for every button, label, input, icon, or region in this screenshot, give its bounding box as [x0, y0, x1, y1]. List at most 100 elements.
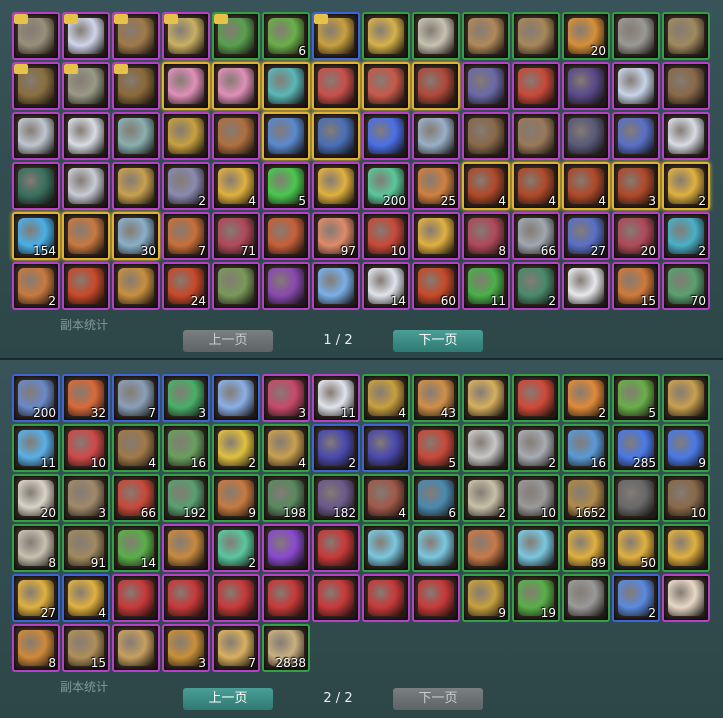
item-slot[interactable] — [412, 12, 460, 60]
item-slot[interactable]: 4 — [562, 162, 610, 210]
item-slot[interactable]: 97 — [312, 212, 360, 260]
item-slot[interactable] — [362, 424, 410, 472]
item-slot[interactable]: 20 — [612, 212, 660, 260]
item-slot[interactable] — [462, 524, 510, 572]
item-slot[interactable] — [312, 524, 360, 572]
item-slot[interactable]: 4 — [112, 424, 160, 472]
item-slot[interactable] — [462, 112, 510, 160]
item-slot[interactable]: 8 — [12, 524, 60, 572]
item-slot[interactable]: 4 — [212, 162, 260, 210]
item-slot[interactable]: 2 — [312, 424, 360, 472]
item-slot[interactable]: 182 — [312, 474, 360, 522]
item-slot[interactable]: 16 — [562, 424, 610, 472]
item-slot[interactable]: 3 — [162, 374, 210, 422]
item-slot[interactable] — [662, 112, 710, 160]
item-slot[interactable] — [462, 12, 510, 60]
item-slot[interactable] — [112, 262, 160, 310]
item-slot[interactable] — [312, 62, 360, 110]
item-slot[interactable]: 4 — [512, 162, 560, 210]
item-slot[interactable]: 4 — [62, 574, 110, 622]
item-slot[interactable]: 16 — [162, 424, 210, 472]
item-slot[interactable] — [512, 524, 560, 572]
item-slot[interactable]: 24 — [162, 262, 210, 310]
item-slot[interactable]: 6 — [262, 12, 310, 60]
item-slot[interactable]: 30 — [112, 212, 160, 260]
item-slot[interactable]: 14 — [112, 524, 160, 572]
item-slot[interactable] — [612, 62, 660, 110]
item-slot[interactable] — [12, 112, 60, 160]
item-slot[interactable] — [362, 62, 410, 110]
item-slot[interactable]: 3 — [612, 162, 660, 210]
item-slot[interactable] — [662, 62, 710, 110]
item-slot[interactable]: 8 — [462, 212, 510, 260]
item-slot[interactable]: 3 — [262, 374, 310, 422]
item-slot[interactable] — [562, 262, 610, 310]
item-slot[interactable]: 32 — [62, 374, 110, 422]
item-slot[interactable]: 10 — [362, 212, 410, 260]
item-slot[interactable] — [412, 62, 460, 110]
item-slot[interactable] — [362, 524, 410, 572]
item-slot[interactable] — [62, 162, 110, 210]
item-slot[interactable] — [512, 12, 560, 60]
item-slot[interactable]: 10 — [62, 424, 110, 472]
item-slot[interactable]: 1652 — [562, 474, 610, 522]
item-slot[interactable]: 5 — [412, 424, 460, 472]
item-slot[interactable] — [212, 262, 260, 310]
item-slot[interactable]: 10 — [512, 474, 560, 522]
item-slot[interactable] — [212, 62, 260, 110]
item-slot[interactable]: 2 — [12, 262, 60, 310]
item-slot[interactable]: 6 — [412, 474, 460, 522]
item-slot[interactable] — [312, 262, 360, 310]
item-slot[interactable]: 9 — [212, 474, 260, 522]
item-slot[interactable]: 200 — [362, 162, 410, 210]
item-slot[interactable] — [512, 62, 560, 110]
item-slot[interactable] — [162, 574, 210, 622]
item-slot[interactable] — [262, 112, 310, 160]
item-slot[interactable] — [612, 12, 660, 60]
item-slot[interactable] — [612, 474, 660, 522]
item-slot[interactable]: 2 — [462, 474, 510, 522]
item-slot[interactable]: 3 — [162, 624, 210, 672]
item-slot[interactable] — [662, 12, 710, 60]
item-slot[interactable] — [212, 574, 260, 622]
next-page-button[interactable]: 下一页 — [393, 330, 483, 352]
item-slot[interactable] — [412, 524, 460, 572]
item-slot[interactable]: 43 — [412, 374, 460, 422]
item-slot[interactable]: 2 — [512, 424, 560, 472]
item-slot[interactable] — [212, 374, 260, 422]
item-slot[interactable]: 2 — [162, 162, 210, 210]
item-slot[interactable] — [112, 624, 160, 672]
item-slot[interactable] — [262, 262, 310, 310]
item-slot[interactable] — [662, 574, 710, 622]
item-slot[interactable]: 20 — [12, 474, 60, 522]
item-slot[interactable] — [12, 162, 60, 210]
item-slot[interactable] — [62, 212, 110, 260]
item-slot[interactable] — [462, 424, 510, 472]
item-slot[interactable]: 71 — [212, 212, 260, 260]
item-slot[interactable] — [262, 574, 310, 622]
item-slot[interactable]: 19 — [512, 574, 560, 622]
item-slot[interactable] — [412, 574, 460, 622]
prev-page-button[interactable]: 上一页 — [183, 330, 273, 352]
item-slot[interactable] — [112, 112, 160, 160]
item-slot[interactable]: 10 — [662, 474, 710, 522]
item-slot[interactable] — [112, 62, 160, 110]
item-slot[interactable] — [562, 112, 610, 160]
item-slot[interactable]: 2 — [562, 374, 610, 422]
item-slot[interactable]: 8 — [12, 624, 60, 672]
item-slot[interactable]: 200 — [12, 374, 60, 422]
item-slot[interactable]: 14 — [362, 262, 410, 310]
item-slot[interactable] — [162, 12, 210, 60]
item-slot[interactable]: 4 — [462, 162, 510, 210]
item-slot[interactable]: 89 — [562, 524, 610, 572]
item-slot[interactable]: 60 — [412, 262, 460, 310]
item-slot[interactable]: 154 — [12, 212, 60, 260]
item-slot[interactable]: 20 — [562, 12, 610, 60]
item-slot[interactable]: 7 — [112, 374, 160, 422]
next-page-button[interactable]: 下一页 — [393, 688, 483, 710]
item-slot[interactable] — [262, 524, 310, 572]
item-slot[interactable]: 91 — [62, 524, 110, 572]
item-slot[interactable] — [212, 12, 260, 60]
item-slot[interactable]: 70 — [662, 262, 710, 310]
item-slot[interactable]: 11 — [312, 374, 360, 422]
